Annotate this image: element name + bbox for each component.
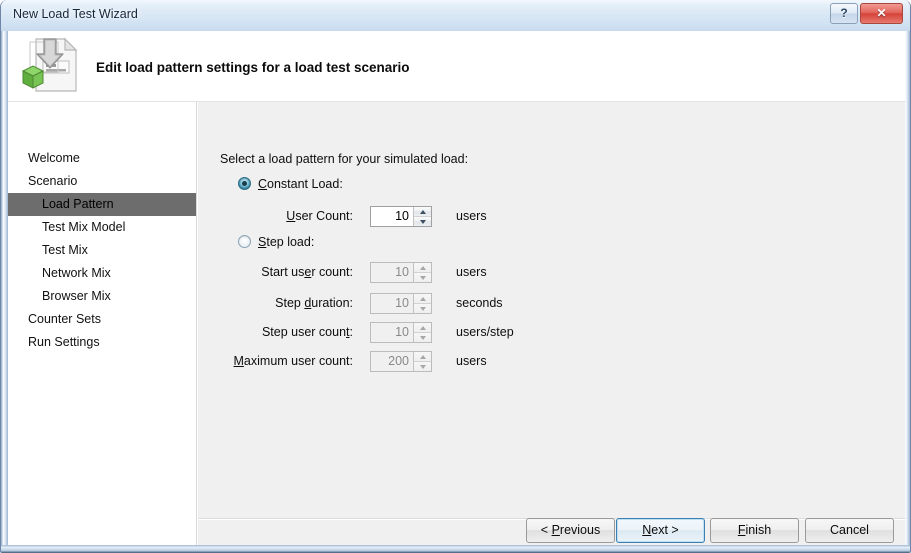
spin-up-icon[interactable] [414, 263, 431, 272]
window-title: New Load Test Wizard [13, 7, 138, 21]
load-test-document-icon [18, 34, 84, 96]
spin-up-icon[interactable] [414, 294, 431, 303]
wizard-window: New Load Test Wizard ? ✕ Edit load patte… [0, 0, 911, 553]
start-user-count-stepper[interactable]: 10 [370, 262, 432, 283]
title-bar[interactable]: New Load Test Wizard ? ✕ [1, 0, 910, 31]
next-button[interactable]: Next > [616, 518, 705, 543]
spin-up-icon[interactable] [414, 323, 431, 332]
user-count-unit: users [456, 209, 487, 223]
constant-load-radio[interactable] [238, 177, 251, 191]
cancel-button[interactable]: Cancel [805, 518, 894, 543]
start-user-count-label: Start user count: [261, 265, 353, 279]
constant-load-label: Constant Load: [258, 176, 343, 191]
step-duration-value[interactable]: 10 [371, 294, 413, 313]
step-duration-stepper[interactable]: 10 [370, 293, 432, 314]
finish-button[interactable]: Finish [710, 518, 799, 543]
step-user-count-spin-buttons[interactable] [413, 323, 431, 342]
spin-down-icon[interactable] [414, 272, 431, 282]
sidebar-item-network-mix[interactable]: Network Mix [8, 262, 196, 285]
sidebar-item-test-mix[interactable]: Test Mix [8, 239, 196, 262]
spin-up-icon[interactable] [414, 352, 431, 361]
step-load-radio[interactable] [238, 235, 251, 249]
user-count-label: User Count: [286, 209, 353, 223]
sidebar-item-browser-mix[interactable]: Browser Mix [8, 285, 196, 308]
step-user-count-stepper[interactable]: 10 [370, 322, 432, 343]
user-count-spin-buttons[interactable] [413, 207, 431, 226]
step-load-option[interactable]: Step load: [238, 234, 314, 252]
page-title: Edit load pattern settings for a load te… [96, 60, 410, 75]
sidebar-item-test-mix-model[interactable]: Test Mix Model [8, 216, 196, 239]
step-load-label: Step load: [258, 234, 315, 249]
previous-button[interactable]: < Previous [526, 518, 615, 543]
spin-down-icon[interactable] [414, 303, 431, 313]
window-border-left [1, 31, 8, 553]
step-duration-spin-buttons[interactable] [413, 294, 431, 313]
step-user-count-label: Step user count: [261, 325, 353, 339]
dialog-button-bar: < Previous Next > Finish Cancel [198, 518, 905, 545]
spin-up-icon[interactable] [414, 207, 431, 216]
window-border-bottom [1, 545, 910, 553]
start-user-count-row: Start user count: 10 users [198, 262, 905, 284]
spin-down-icon[interactable] [414, 216, 431, 226]
maximum-user-count-row: Maximum user count: 200 users [198, 351, 905, 373]
user-count-value[interactable]: 10 [371, 207, 413, 226]
maximum-user-count-value[interactable]: 200 [371, 352, 413, 371]
constant-load-option[interactable]: Constant Load: [238, 176, 343, 194]
step-duration-row: Step duration: 10 seconds [198, 293, 905, 315]
start-user-count-spin-buttons[interactable] [413, 263, 431, 282]
sidebar-item-run-settings[interactable]: Run Settings [8, 331, 196, 354]
close-button[interactable]: ✕ [860, 3, 903, 24]
start-user-count-unit: users [456, 265, 487, 279]
dialog-client-area: Edit load pattern settings for a load te… [8, 31, 905, 545]
sidebar-item-load-pattern[interactable]: Load Pattern [8, 193, 196, 216]
help-button[interactable]: ? [830, 3, 858, 24]
user-count-stepper[interactable]: 10 [370, 206, 432, 227]
instruction-text: Select a load pattern for your simulated… [220, 152, 469, 166]
sidebar-item-scenario[interactable]: Scenario [8, 170, 196, 193]
maximum-user-count-label: Maximum user count: [233, 354, 354, 368]
wizard-step-list: Welcome Scenario Load Pattern Test Mix M… [8, 102, 197, 545]
load-pattern-panel: Select a load pattern for your simulated… [198, 102, 905, 545]
step-user-count-row: Step user count: 10 users/step [198, 322, 905, 344]
step-duration-unit: seconds [456, 296, 503, 310]
maximum-user-count-unit: users [456, 354, 487, 368]
spin-down-icon[interactable] [414, 361, 431, 371]
maximum-user-count-stepper[interactable]: 200 [370, 351, 432, 372]
step-user-count-value[interactable]: 10 [371, 323, 413, 342]
user-count-row: User Count: 10 users [198, 206, 905, 228]
header-banner: Edit load pattern settings for a load te… [8, 31, 905, 102]
sidebar-item-counter-sets[interactable]: Counter Sets [8, 308, 196, 331]
start-user-count-value[interactable]: 10 [371, 263, 413, 282]
maximum-user-count-spin-buttons[interactable] [413, 352, 431, 371]
sidebar-item-welcome[interactable]: Welcome [8, 147, 196, 170]
step-duration-label: Step duration: [275, 296, 353, 310]
step-user-count-unit: users/step [456, 325, 514, 339]
spin-down-icon[interactable] [414, 332, 431, 342]
